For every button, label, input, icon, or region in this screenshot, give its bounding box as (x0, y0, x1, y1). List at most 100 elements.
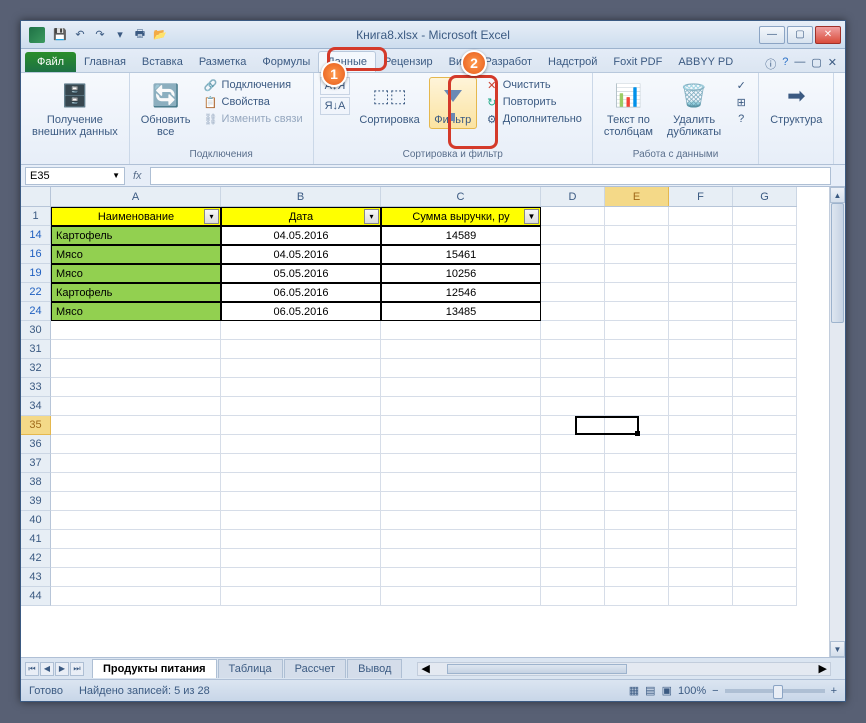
hscroll-thumb[interactable] (447, 664, 627, 674)
cell[interactable] (733, 416, 797, 435)
sort-button[interactable]: ⬚⬚ Сортировка (354, 77, 424, 129)
cell[interactable] (541, 492, 605, 511)
cell[interactable]: 04.05.2016 (221, 226, 381, 245)
cell[interactable] (51, 530, 221, 549)
cell[interactable] (221, 435, 381, 454)
properties-button[interactable]: 📋Свойства (200, 94, 307, 110)
cell[interactable] (541, 511, 605, 530)
cell[interactable]: Мясо (51, 245, 221, 264)
sheet-tab-3[interactable]: Рассчет (284, 659, 347, 678)
structure-button[interactable]: ➡ Структура (765, 77, 827, 129)
scroll-thumb[interactable] (831, 203, 844, 323)
filter-dropdown-button[interactable]: ▾ (204, 209, 219, 224)
cell[interactable]: 06.05.2016 (221, 283, 381, 302)
cell[interactable] (51, 340, 221, 359)
zoom-slider[interactable] (725, 689, 825, 693)
cell[interactable] (541, 454, 605, 473)
cell[interactable] (733, 264, 797, 283)
filter-button[interactable]: Фильтр (429, 77, 477, 129)
cell[interactable] (605, 359, 669, 378)
cell[interactable] (669, 530, 733, 549)
cell[interactable] (669, 302, 733, 321)
cell[interactable] (605, 549, 669, 568)
filter-dropdown-button[interactable]: ▾ (364, 209, 379, 224)
cell[interactable] (381, 530, 541, 549)
cell[interactable] (541, 416, 605, 435)
sheet-nav-last[interactable]: ⏭ (70, 662, 84, 676)
cell[interactable] (605, 321, 669, 340)
cell[interactable] (605, 378, 669, 397)
doc-min-icon[interactable]: — (794, 56, 805, 72)
cell[interactable] (605, 397, 669, 416)
cell[interactable] (733, 245, 797, 264)
cell[interactable] (605, 473, 669, 492)
row-header[interactable]: 14 (21, 226, 51, 245)
undo-icon[interactable]: ↶ (71, 26, 89, 44)
cell[interactable] (541, 264, 605, 283)
cell[interactable] (51, 359, 221, 378)
cell[interactable] (733, 511, 797, 530)
cell[interactable] (541, 587, 605, 606)
maximize-button[interactable]: ▢ (787, 26, 813, 44)
row-header[interactable]: 37 (21, 454, 51, 473)
cell[interactable]: 05.05.2016 (221, 264, 381, 283)
row-header[interactable]: 44 (21, 587, 51, 606)
cell[interactable] (733, 302, 797, 321)
cell[interactable]: 14589 (381, 226, 541, 245)
cell[interactable] (669, 321, 733, 340)
edit-links-button[interactable]: ⛓Изменить связи (200, 111, 307, 127)
cell[interactable] (669, 378, 733, 397)
horizontal-scrollbar[interactable]: ◀ ▶ (417, 662, 831, 676)
refresh-all-button[interactable]: 🔄 Обновить все (136, 77, 196, 141)
row-header[interactable]: 35 (21, 416, 51, 435)
get-external-data-button[interactable]: 🗄️ Получение внешних данных (27, 77, 123, 141)
tab-addins[interactable]: Надстрой (540, 52, 605, 72)
minimize-ribbon-icon[interactable]: ⓘ (765, 56, 776, 72)
tab-home[interactable]: Главная (76, 52, 134, 72)
tab-layout[interactable]: Разметка (191, 52, 255, 72)
cell[interactable]: 13485 (381, 302, 541, 321)
cell[interactable] (605, 530, 669, 549)
cell[interactable] (51, 492, 221, 511)
cell[interactable] (669, 454, 733, 473)
cell[interactable] (51, 321, 221, 340)
cell[interactable]: 10256 (381, 264, 541, 283)
cell[interactable] (51, 416, 221, 435)
open-icon[interactable]: 📂 (151, 26, 169, 44)
filter-dropdown-button[interactable]: ▼ (524, 209, 539, 224)
cell[interactable]: Мясо (51, 264, 221, 283)
cell[interactable] (605, 283, 669, 302)
cell[interactable]: Сумма выручки, ру▼ (381, 207, 541, 226)
select-all-button[interactable] (21, 187, 51, 207)
hscroll-left[interactable]: ◀ (418, 662, 432, 675)
row-header[interactable]: 22 (21, 283, 51, 302)
cell[interactable] (669, 587, 733, 606)
data-validation-button[interactable]: ✓ (730, 77, 752, 93)
row-header[interactable]: 39 (21, 492, 51, 511)
doc-close-icon[interactable]: ✕ (828, 56, 837, 72)
cell[interactable] (541, 283, 605, 302)
cell[interactable] (605, 511, 669, 530)
row-header[interactable]: 30 (21, 321, 51, 340)
view-normal-icon[interactable]: ▦ (629, 684, 639, 697)
row-header[interactable]: 42 (21, 549, 51, 568)
cell[interactable] (669, 264, 733, 283)
cell[interactable] (51, 568, 221, 587)
cell[interactable]: Дата▾ (221, 207, 381, 226)
cell[interactable] (381, 378, 541, 397)
namebox-dropdown-icon[interactable]: ▼ (112, 171, 120, 180)
fx-icon[interactable]: fx (125, 170, 150, 182)
cell[interactable] (381, 492, 541, 511)
cell[interactable] (221, 321, 381, 340)
cell[interactable] (381, 340, 541, 359)
cell[interactable] (669, 435, 733, 454)
cell[interactable] (733, 359, 797, 378)
cell[interactable] (221, 359, 381, 378)
cell[interactable] (733, 568, 797, 587)
cell[interactable] (605, 264, 669, 283)
grid[interactable]: 1Наименование▾Дата▾Сумма выручки, ру▼14К… (21, 207, 829, 606)
tab-abbyy[interactable]: ABBYY PD (670, 52, 741, 72)
row-header[interactable]: 38 (21, 473, 51, 492)
hscroll-right[interactable]: ▶ (816, 662, 830, 675)
cell[interactable] (381, 549, 541, 568)
